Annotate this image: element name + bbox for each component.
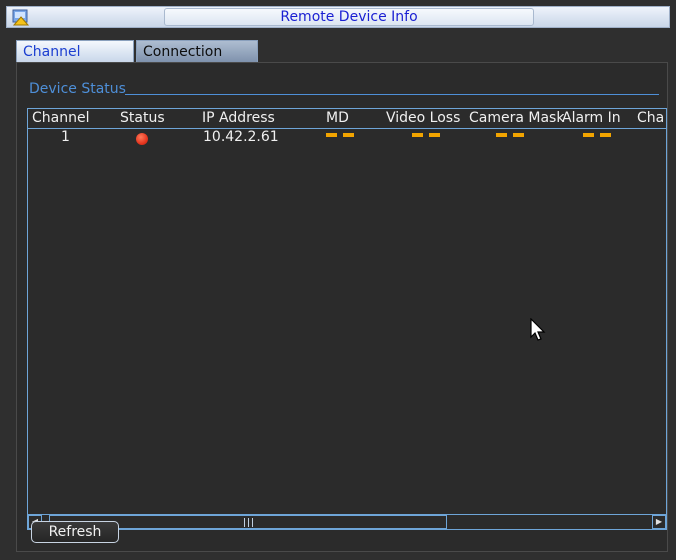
horizontal-scrollbar[interactable]: ◀ ▶ bbox=[28, 514, 666, 529]
cell-camera-mask-dash-icon bbox=[496, 133, 524, 137]
table-row[interactable]: 1 10.42.2.61 bbox=[28, 129, 666, 147]
tab-connection-log[interactable]: Connection Log bbox=[136, 40, 258, 82]
section-label-device-status: Device Status bbox=[29, 81, 126, 97]
column-header-ip-address[interactable]: IP Address bbox=[202, 110, 275, 126]
channel-status-panel: Device Status Channel Status IP Address … bbox=[16, 62, 668, 552]
scroll-right-arrow-icon[interactable]: ▶ bbox=[652, 515, 666, 529]
table-header: Channel Status IP Address MD Video Loss … bbox=[28, 109, 666, 129]
refresh-button[interactable]: Refresh bbox=[31, 521, 119, 543]
thumb-grip bbox=[252, 518, 253, 527]
cell-md-dash-icon bbox=[326, 133, 354, 137]
column-header-md[interactable]: MD bbox=[326, 110, 349, 126]
column-header-status[interactable]: Status bbox=[120, 110, 165, 126]
title-bar: Remote Device Info bbox=[6, 6, 670, 28]
remote-device-info-window: Remote Device Info Channel Status Connec… bbox=[0, 0, 676, 560]
cell-alarm-in-dash-icon bbox=[583, 133, 611, 137]
thumb-grip bbox=[244, 518, 245, 527]
device-status-table: Channel Status IP Address MD Video Loss … bbox=[27, 108, 667, 530]
column-header-channel-name[interactable]: Cha bbox=[637, 110, 664, 126]
column-header-camera-mask[interactable]: Camera Mask bbox=[469, 110, 564, 126]
mouse-cursor-icon bbox=[530, 317, 546, 346]
column-header-channel[interactable]: Channel bbox=[32, 110, 89, 126]
column-header-video-loss[interactable]: Video Loss bbox=[386, 110, 460, 126]
thumb-grip bbox=[248, 518, 249, 527]
section-divider bbox=[125, 94, 659, 95]
tab-channel-status[interactable]: Channel Status bbox=[16, 40, 134, 82]
status-indicator-icon bbox=[136, 133, 148, 145]
cell-ip-address: 10.42.2.61 bbox=[203, 129, 279, 145]
window-title: Remote Device Info bbox=[164, 8, 534, 26]
app-icon bbox=[12, 8, 30, 26]
cell-video-loss-dash-icon bbox=[412, 133, 440, 137]
column-header-alarm-in[interactable]: Alarm In bbox=[562, 110, 621, 126]
cell-channel: 1 bbox=[61, 129, 70, 145]
